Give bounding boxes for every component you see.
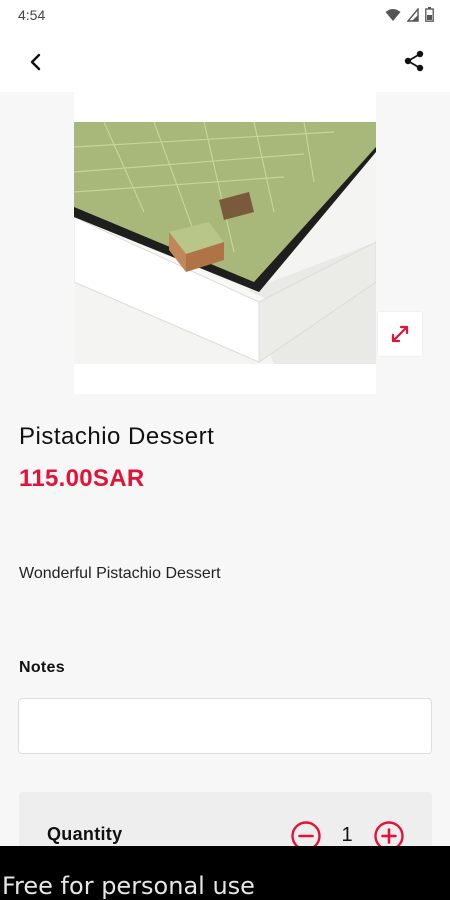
watermark-bar: Free for personal use — [0, 846, 450, 900]
status-time: 4:54 — [18, 7, 46, 23]
expand-image-button[interactable] — [378, 312, 422, 356]
app-bar — [0, 30, 450, 92]
quantity-label: Quantity — [47, 824, 123, 844]
battery-icon — [425, 7, 434, 22]
product-description: Wonderful Pistachio Dessert — [19, 565, 221, 582]
product-price: 115.00SAR — [19, 465, 145, 492]
notes-field[interactable] — [18, 698, 432, 754]
dessert-photo — [74, 92, 376, 394]
share-button[interactable] — [400, 47, 428, 75]
notes-label: Notes — [19, 659, 65, 676]
share-icon — [404, 50, 424, 72]
watermark-text: Free for personal use — [2, 872, 255, 900]
product-image[interactable] — [74, 92, 376, 394]
status-icons — [385, 7, 434, 22]
status-bar: 4:54 — [0, 0, 450, 30]
signal-icon — [407, 7, 419, 22]
back-arrow-icon — [30, 53, 41, 71]
notes-input[interactable] — [19, 699, 431, 753]
back-button[interactable] — [22, 48, 50, 76]
quantity-value: 1 — [341, 824, 353, 846]
wifi-icon — [385, 8, 401, 21]
product-title: Pistachio Dessert — [19, 423, 215, 450]
expand-icon — [391, 325, 409, 343]
